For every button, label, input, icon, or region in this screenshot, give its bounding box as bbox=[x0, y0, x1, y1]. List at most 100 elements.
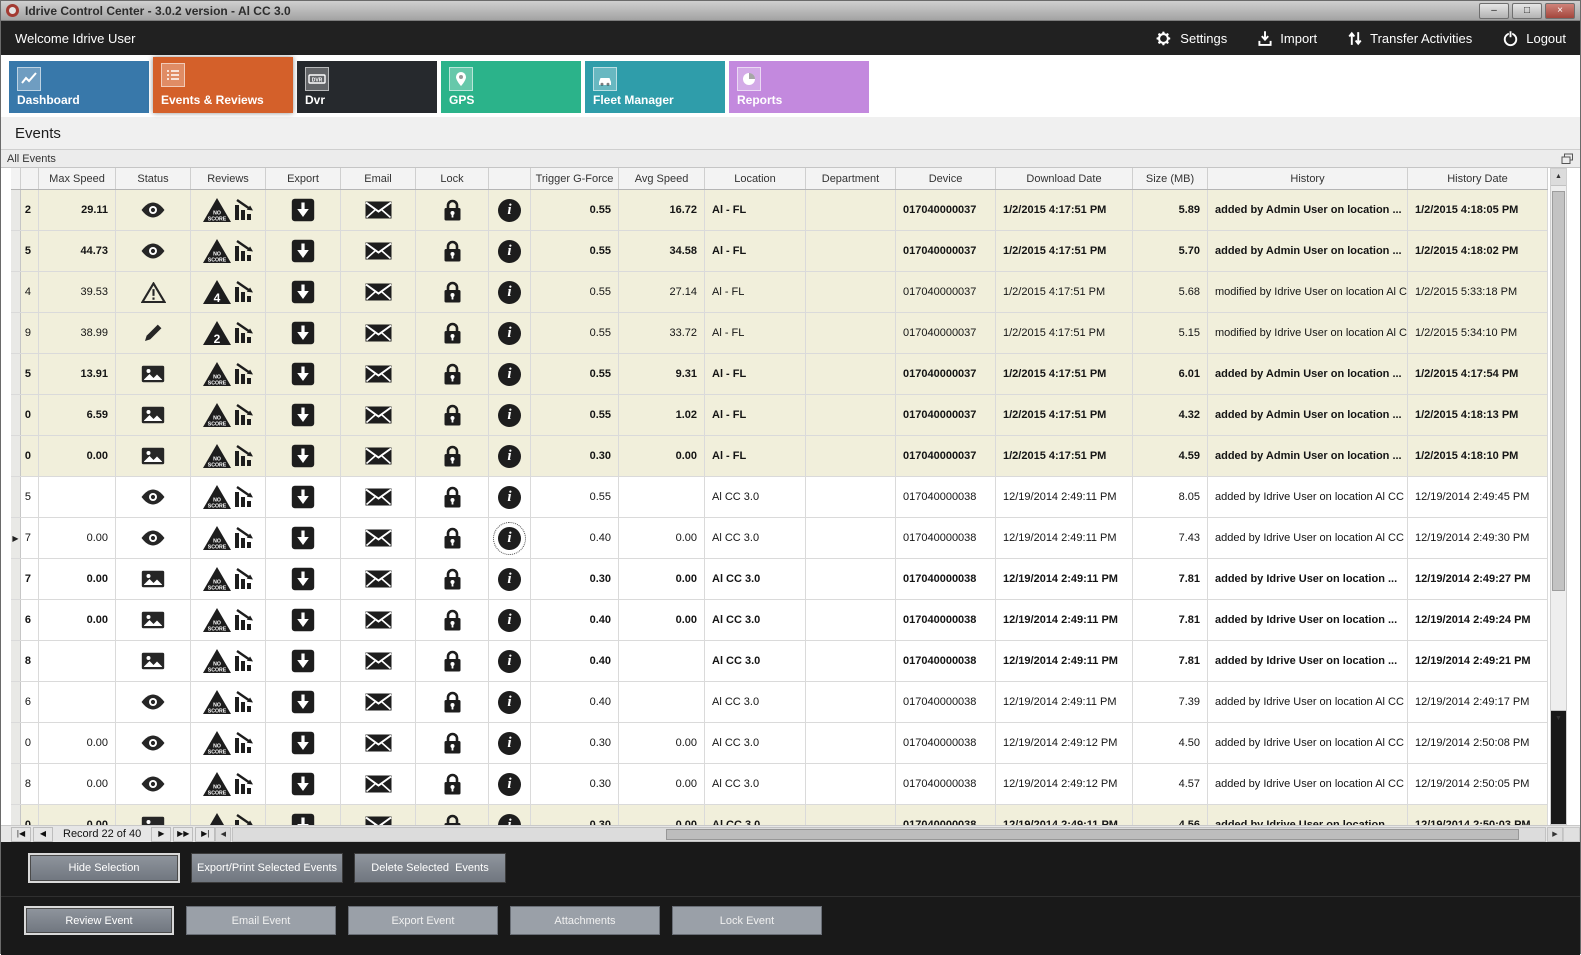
scroll-up-icon[interactable]: ▲ bbox=[1551, 169, 1566, 186]
info-icon[interactable]: i bbox=[498, 773, 521, 796]
export-icon[interactable] bbox=[291, 649, 315, 673]
info-icon[interactable]: i bbox=[498, 322, 521, 345]
table-row[interactable]: 544.73NOSCOREi0.5534.58Al - FL0170400000… bbox=[11, 231, 1548, 272]
export-icon[interactable] bbox=[291, 731, 315, 755]
column-header[interactable] bbox=[21, 168, 39, 189]
table-row[interactable]: 229.11NOSCOREi0.5516.72Al - FL0170400000… bbox=[11, 190, 1548, 231]
table-row[interactable]: 06.59NOSCOREi0.551.02Al - FL017040000037… bbox=[11, 395, 1548, 436]
lock-icon[interactable] bbox=[443, 608, 462, 632]
review-chart-icon[interactable] bbox=[234, 814, 254, 825]
column-header-department[interactable]: Department bbox=[806, 168, 896, 189]
column-header-reviews[interactable]: Reviews bbox=[191, 168, 266, 189]
tab-dashboard[interactable]: Dashboard bbox=[9, 61, 149, 113]
table-row[interactable]: 513.91NOSCOREi0.559.31Al - FL01704000003… bbox=[11, 354, 1548, 395]
table-row[interactable]: 439.534i0.5527.14Al - FL0170400000371/2/… bbox=[11, 272, 1548, 313]
pager-last-button[interactable]: ▶| bbox=[195, 827, 215, 842]
column-header-device[interactable]: Device bbox=[896, 168, 996, 189]
table-row[interactable]: 60.00NOSCOREi0.400.00Al CC 3.00170400000… bbox=[11, 600, 1548, 641]
review-score-icon[interactable]: NOSCORE bbox=[202, 648, 232, 674]
lock-icon[interactable] bbox=[443, 690, 462, 714]
export-icon[interactable] bbox=[291, 198, 315, 222]
email-icon[interactable] bbox=[365, 693, 392, 711]
review-chart-icon[interactable] bbox=[234, 527, 254, 549]
table-row[interactable]: 5NOSCOREi0.55Al CC 3.001704000003812/19/… bbox=[11, 477, 1548, 518]
info-icon[interactable]: i bbox=[498, 240, 521, 263]
review-chart-icon[interactable] bbox=[234, 240, 254, 262]
column-header-export[interactable]: Export bbox=[266, 168, 341, 189]
review-chart-icon[interactable] bbox=[234, 691, 254, 713]
maximize-button[interactable]: □ bbox=[1512, 3, 1542, 19]
table-row[interactable]: 80.00NOSCOREi0.300.00Al CC 3.00170400000… bbox=[11, 764, 1548, 805]
email-icon[interactable] bbox=[365, 406, 392, 424]
email-icon[interactable] bbox=[365, 324, 392, 342]
export-icon[interactable] bbox=[291, 485, 315, 509]
settings-button[interactable]: Settings bbox=[1154, 30, 1227, 47]
column-header-trigger-g-force[interactable]: Trigger G-Force bbox=[531, 168, 619, 189]
info-icon[interactable]: i bbox=[498, 527, 521, 550]
review-score-icon[interactable]: 2 bbox=[202, 320, 232, 346]
review-score-icon[interactable]: NOSCORE bbox=[202, 197, 232, 223]
table-row[interactable]: 70.00NOSCOREi0.300.00Al CC 3.00170400000… bbox=[11, 559, 1548, 600]
table-row[interactable]: 00.00NOSCOREi0.300.00Al - FL017040000037… bbox=[11, 436, 1548, 477]
column-header-location[interactable]: Location bbox=[705, 168, 806, 189]
info-icon[interactable]: i bbox=[498, 609, 521, 632]
export-event-button[interactable]: Export Event bbox=[348, 906, 498, 935]
column-header-status[interactable]: Status bbox=[116, 168, 191, 189]
column-header[interactable] bbox=[11, 168, 21, 189]
review-score-icon[interactable]: NOSCORE bbox=[202, 361, 232, 387]
email-icon[interactable] bbox=[365, 611, 392, 629]
lock-icon[interactable] bbox=[443, 567, 462, 591]
review-chart-icon[interactable] bbox=[234, 568, 254, 590]
pager-next-button[interactable]: ▶ bbox=[151, 827, 171, 842]
column-header-size-mb-[interactable]: Size (MB) bbox=[1133, 168, 1208, 189]
export-icon[interactable] bbox=[291, 690, 315, 714]
export-icon[interactable] bbox=[291, 239, 315, 263]
info-icon[interactable]: i bbox=[498, 363, 521, 386]
tab-dvr[interactable]: DVR Dvr bbox=[297, 61, 437, 113]
tab-gps[interactable]: GPS bbox=[441, 61, 581, 113]
export-icon[interactable] bbox=[291, 813, 315, 825]
column-header-download-date[interactable]: Download Date bbox=[996, 168, 1133, 189]
info-icon[interactable]: i bbox=[498, 650, 521, 673]
review-score-icon[interactable]: NOSCORE bbox=[202, 566, 232, 592]
horizontal-scrollbar[interactable] bbox=[232, 827, 1546, 842]
review-chart-icon[interactable] bbox=[234, 732, 254, 754]
info-icon[interactable]: i bbox=[498, 404, 521, 427]
email-icon[interactable] bbox=[365, 201, 392, 219]
lock-icon[interactable] bbox=[443, 772, 462, 796]
tab-reports[interactable]: Reports bbox=[729, 61, 869, 113]
review-score-icon[interactable]: NOSCORE bbox=[202, 525, 232, 551]
email-icon[interactable] bbox=[365, 570, 392, 588]
review-score-icon[interactable]: NOSCORE bbox=[202, 771, 232, 797]
review-chart-icon[interactable] bbox=[234, 650, 254, 672]
email-icon[interactable] bbox=[365, 529, 392, 547]
lock-event-button[interactable]: Lock Event bbox=[672, 906, 822, 935]
column-header-email[interactable]: Email bbox=[341, 168, 416, 189]
review-score-icon[interactable]: NOSCORE bbox=[202, 238, 232, 264]
review-score-icon[interactable]: NOSCORE bbox=[202, 402, 232, 428]
table-row[interactable]: 00.00NOSCOREi0.300.00Al CC 3.00170400000… bbox=[11, 805, 1548, 825]
export-print-selected-events-button[interactable]: Export/Print Selected Events bbox=[191, 853, 343, 883]
email-icon[interactable] bbox=[365, 365, 392, 383]
column-header-lock[interactable]: Lock bbox=[416, 168, 489, 189]
review-score-icon[interactable]: NOSCORE bbox=[202, 730, 232, 756]
export-icon[interactable] bbox=[291, 526, 315, 550]
export-icon[interactable] bbox=[291, 321, 315, 345]
info-icon[interactable]: i bbox=[498, 691, 521, 714]
lock-icon[interactable] bbox=[443, 813, 462, 825]
export-icon[interactable] bbox=[291, 403, 315, 427]
lock-icon[interactable] bbox=[443, 239, 462, 263]
lock-icon[interactable] bbox=[443, 280, 462, 304]
review-score-icon[interactable]: NOSCORE bbox=[202, 484, 232, 510]
email-icon[interactable] bbox=[365, 488, 392, 506]
email-icon[interactable] bbox=[365, 283, 392, 301]
email-icon[interactable] bbox=[365, 242, 392, 260]
export-icon[interactable] bbox=[291, 608, 315, 632]
lock-icon[interactable] bbox=[443, 649, 462, 673]
info-icon[interactable]: i bbox=[498, 814, 521, 826]
column-header-avg-speed[interactable]: Avg Speed bbox=[619, 168, 705, 189]
lock-icon[interactable] bbox=[443, 321, 462, 345]
tab-events-reviews[interactable]: Events & Reviews bbox=[153, 57, 293, 113]
info-icon[interactable]: i bbox=[498, 445, 521, 468]
scroll-left-icon[interactable]: ◀ bbox=[215, 827, 231, 842]
